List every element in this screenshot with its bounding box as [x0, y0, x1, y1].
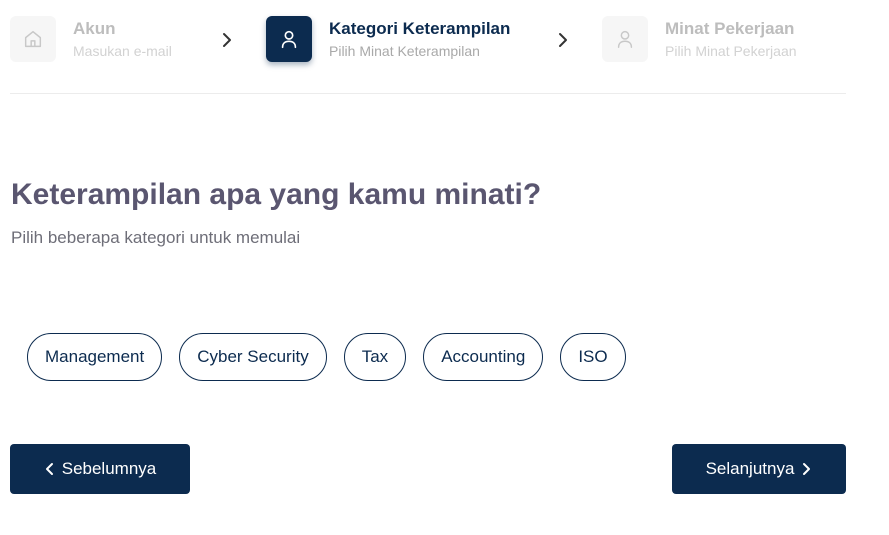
step-akun-title: Akun	[73, 18, 116, 38]
chevron-right-icon	[223, 33, 231, 47]
step-akun[interactable]: Akun Masukan e-mail	[10, 16, 172, 62]
step-kategori-subtitle: Pilih Minat Keterampilan	[329, 42, 480, 59]
category-chip-cyber-security[interactable]: Cyber Security	[179, 333, 327, 381]
step-minat-subtitle: Pilih Minat Pekerjaan	[665, 42, 797, 59]
step-minat-title: Minat Pekerjaan	[665, 18, 795, 38]
user-icon	[617, 30, 633, 48]
step-kategori-badge	[266, 16, 312, 62]
stepper: Akun Masukan e-mail Kategori Keterampila…	[0, 0, 889, 95]
chevron-right-icon	[803, 463, 811, 475]
category-chip-accounting[interactable]: Accounting	[423, 333, 544, 381]
step-minat-badge	[602, 16, 648, 62]
next-button[interactable]: Selanjutnya	[672, 444, 846, 494]
page-title: Keterampilan apa yang kamu minati?	[11, 178, 542, 211]
step-akun-badge	[10, 16, 56, 62]
step-minat-pekerjaan[interactable]: Minat Pekerjaan Pilih Minat Pekerjaan	[602, 16, 797, 62]
home-icon	[24, 30, 42, 48]
previous-button[interactable]: Sebelumnya	[10, 444, 190, 494]
category-chip-management[interactable]: Management	[27, 333, 163, 381]
step-akun-subtitle: Masukan e-mail	[73, 42, 172, 59]
user-icon	[281, 30, 297, 49]
category-chip-list: Management Cyber Security Tax Accounting…	[27, 333, 626, 381]
step-kategori-title: Kategori Keterampilan	[329, 18, 511, 38]
previous-button-label: Sebelumnya	[61, 459, 157, 478]
category-chip-tax[interactable]: Tax	[343, 333, 407, 381]
chevron-left-icon	[45, 463, 53, 475]
step-kategori-keterampilan[interactable]: Kategori Keterampilan Pilih Minat Ketera…	[266, 16, 510, 62]
chevron-right-icon	[559, 33, 567, 47]
next-button-label: Selanjutnya	[705, 459, 795, 478]
divider	[10, 93, 846, 94]
page-subtitle: Pilih beberapa kategori untuk memulai	[11, 228, 301, 247]
category-chip-iso[interactable]: ISO	[560, 333, 626, 381]
